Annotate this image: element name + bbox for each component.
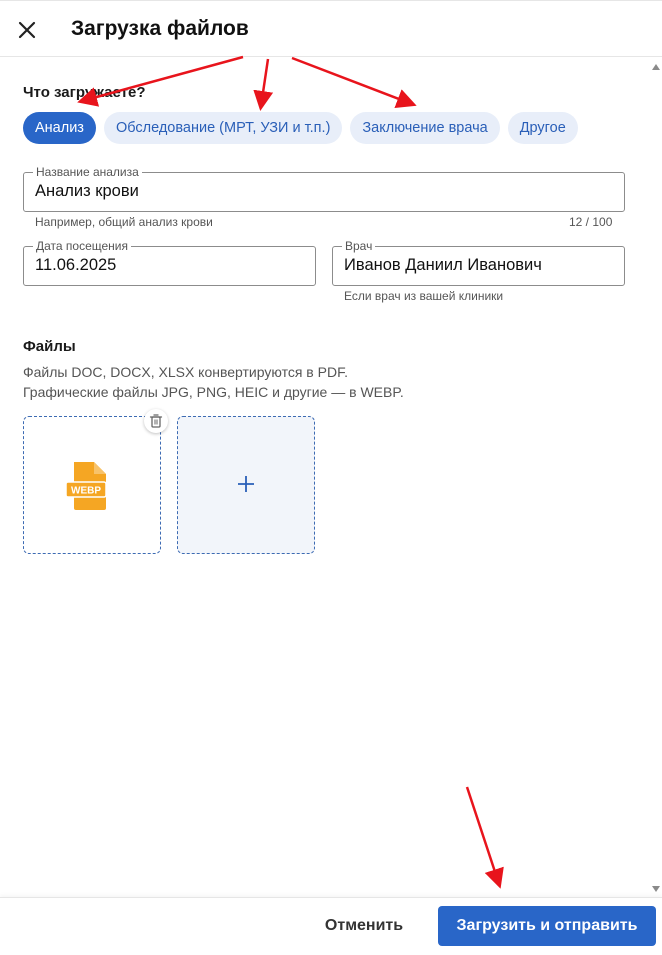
trash-icon[interactable] <box>144 409 168 433</box>
dialog-header: Загрузка файлов <box>0 0 662 57</box>
doctor-value[interactable]: Иванов Даниил Иванович <box>344 256 542 275</box>
type-chips: Анализ Обследование (МРТ, УЗИ и т.п.) За… <box>23 112 578 144</box>
webp-file-icon: WEBP <box>66 462 107 510</box>
scrollbar[interactable] <box>650 57 662 897</box>
type-section-label: Что загружаете? <box>23 84 146 101</box>
dialog-title: Загрузка файлов <box>71 17 249 40</box>
analysis-name-value[interactable]: Анализ крови <box>35 182 139 201</box>
analysis-name-field[interactable]: Название анализа Анализ крови <box>23 165 625 212</box>
visit-date-label: Дата посещения <box>33 239 131 253</box>
chip-other[interactable]: Другое <box>507 112 578 144</box>
doctor-field[interactable]: Врач Иванов Даниил Иванович <box>332 239 625 286</box>
visit-date-value[interactable]: 11.06.2025 <box>35 256 116 275</box>
annotation-arrow-2 <box>253 58 274 111</box>
chip-doctor-conclusion[interactable]: Заключение врача <box>350 112 500 144</box>
chip-examination[interactable]: Обследование (МРТ, УЗИ и т.п.) <box>103 112 343 144</box>
doctor-hint: Если врач из вашей клиники <box>344 289 504 303</box>
files-desc-line-2: Графические файлы JPG, PNG, HEIC и други… <box>23 384 404 400</box>
submit-button[interactable]: Загрузить и отправить <box>438 906 656 946</box>
cancel-button[interactable]: Отменить <box>308 906 420 946</box>
annotation-arrow-4 <box>465 786 504 889</box>
analysis-name-counter: 12 / 100 <box>569 215 613 229</box>
scroll-down-arrow-icon[interactable] <box>652 886 660 892</box>
analysis-name-hint: Например, общий анализ крови <box>35 215 213 229</box>
files-description: Файлы DOC, DOCX, XLSX конвертируются в P… <box>23 362 404 402</box>
chip-analysis[interactable]: Анализ <box>23 112 96 144</box>
doctor-label: Врач <box>342 239 376 253</box>
files-desc-line-1: Файлы DOC, DOCX, XLSX конвертируются в P… <box>23 364 348 380</box>
plus-icon[interactable] <box>236 474 256 494</box>
close-icon[interactable] <box>14 17 40 43</box>
analysis-name-label: Название анализа <box>33 165 142 179</box>
file-type-label: WEBP <box>71 486 101 497</box>
annotation-arrow-3 <box>291 56 417 108</box>
files-title: Файлы <box>23 338 76 355</box>
visit-date-field[interactable]: Дата посещения 11.06.2025 <box>23 239 316 286</box>
scroll-up-arrow-icon[interactable] <box>652 64 660 70</box>
